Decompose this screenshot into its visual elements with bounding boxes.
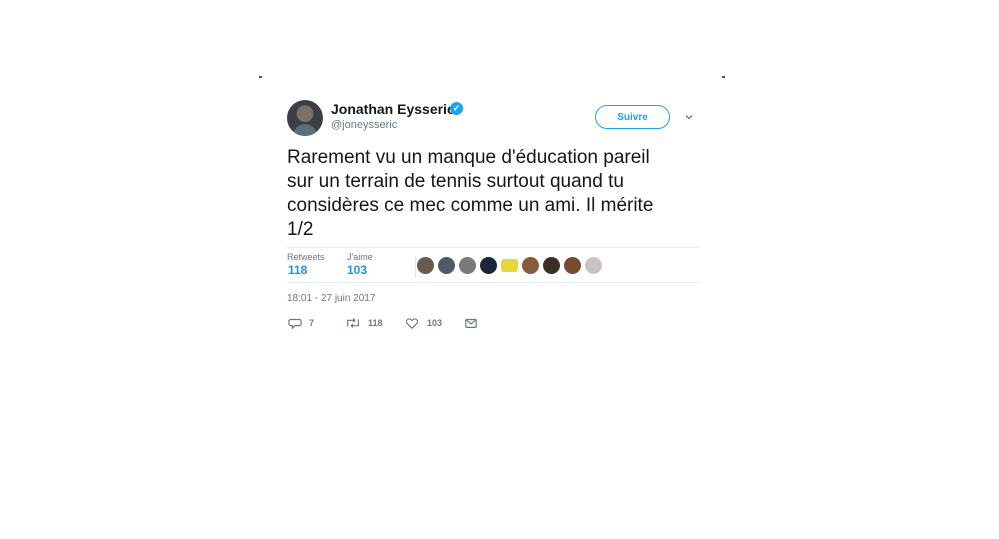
likes-count[interactable]: 103: [347, 263, 367, 277]
retweet-icon[interactable]: [345, 315, 361, 331]
tweet-card: Jonathan Eysseric ✓ @joneysseric Suivre …: [287, 92, 699, 342]
liker-avatar[interactable]: [417, 257, 434, 274]
tweet-text-line: sur un terrain de tennis surtout quand t…: [287, 171, 624, 192]
tweet-text-line: Rarement vu un manque d'éducation pareil: [287, 147, 650, 168]
tweet-text: Rarement vu un manque d'éducation pareil…: [287, 146, 699, 242]
retweet-count[interactable]: 118: [368, 316, 383, 330]
liker-avatar[interactable]: [543, 257, 560, 274]
liker-avatar[interactable]: [585, 257, 602, 274]
chevron-down-icon[interactable]: [685, 113, 693, 121]
liker-avatar[interactable]: [522, 257, 539, 274]
verified-badge-icon: ✓: [450, 102, 463, 115]
tweet-timestamp[interactable]: 18:01 - 27 juin 2017: [287, 293, 375, 304]
stats-divider-top: [287, 247, 699, 248]
liker-avatar[interactable]: [564, 257, 581, 274]
tweet-text-line: 1/2: [287, 219, 314, 240]
author-name[interactable]: Jonathan Eysseric: [331, 101, 455, 117]
author-avatar[interactable]: [287, 100, 323, 136]
direct-message-icon[interactable]: [464, 315, 478, 331]
likes-label[interactable]: J'aime: [347, 252, 373, 262]
liker-avatar[interactable]: [459, 257, 476, 274]
author-handle[interactable]: @joneysseric: [331, 119, 397, 132]
liker-avatar[interactable]: [480, 257, 497, 274]
liker-avatar[interactable]: [438, 257, 455, 274]
reply-count[interactable]: 7: [309, 316, 314, 330]
liker-avatar[interactable]: [501, 259, 518, 272]
retweets-count[interactable]: 118: [288, 263, 307, 277]
follow-button[interactable]: Suivre: [595, 105, 670, 129]
tweet-text-line: considères ce mec comme un ami. Il mérit…: [287, 195, 654, 216]
reply-icon[interactable]: [288, 315, 302, 331]
like-heart-icon[interactable]: [405, 315, 419, 331]
like-count[interactable]: 103: [427, 316, 442, 330]
stats-separator: [415, 256, 416, 278]
retweets-label[interactable]: Retweets: [287, 252, 325, 262]
embed-corner-top-right: [722, 76, 725, 78]
embed-corner-top-left: [259, 76, 262, 78]
stats-divider-bottom: [287, 282, 699, 283]
